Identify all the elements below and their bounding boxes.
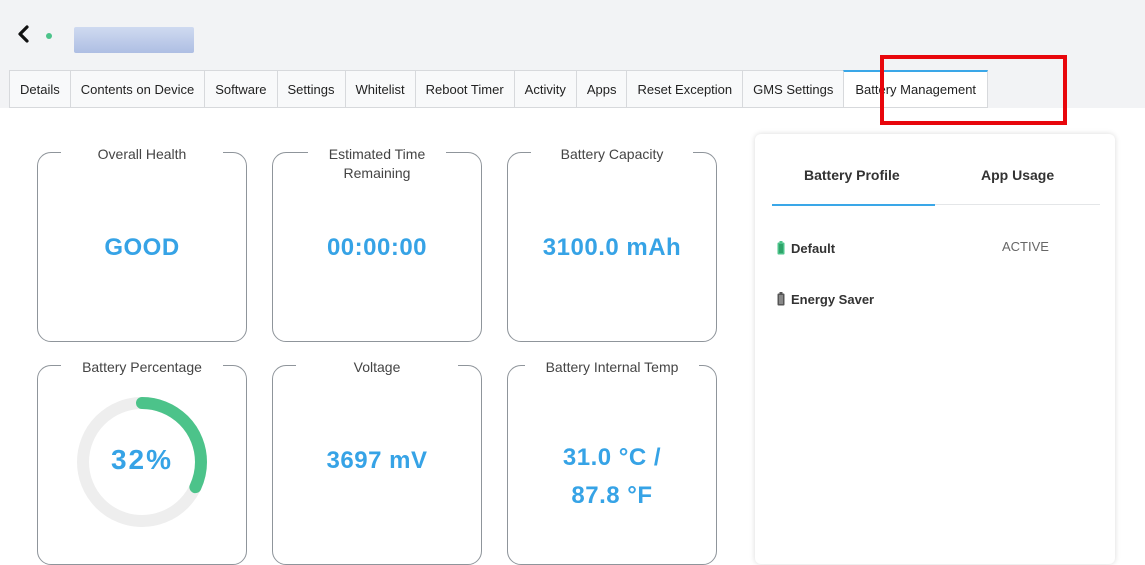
chevron-left-icon[interactable] bbox=[14, 24, 34, 44]
internal-temp-card: Battery Internal Temp 31.0 °C / 87.8 °F bbox=[507, 358, 717, 565]
active-tab-indicator bbox=[772, 204, 935, 206]
profile-name: Energy Saver bbox=[791, 291, 875, 307]
time-remaining-card: Estimated Time Remaining 00:00:00 bbox=[272, 145, 482, 342]
status-badge: ACTIVE bbox=[1002, 239, 1049, 254]
temp-celsius-value: 31.0 °C / bbox=[562, 444, 662, 471]
overall-health-card: Overall Health GOOD bbox=[37, 145, 247, 342]
battery-capacity-card: Battery Capacity 3100.0 mAh bbox=[507, 145, 717, 342]
tab-battery-management[interactable]: Battery Management bbox=[843, 70, 989, 108]
device-tabs: Details Contents on Device Software Sett… bbox=[9, 70, 989, 108]
tab-gms-settings[interactable]: GMS Settings bbox=[742, 70, 844, 108]
profile-default[interactable]: Default bbox=[777, 239, 835, 257]
card-title: Battery Capacity bbox=[531, 145, 693, 164]
tab-reboot-timer[interactable]: Reboot Timer bbox=[414, 70, 514, 108]
tab-reset-exception[interactable]: Reset Exception bbox=[626, 70, 743, 108]
battery-capacity-value: 3100.0 mAh bbox=[542, 234, 682, 261]
battery-profile-panel: Battery Profile App Usage Default ACTIVE… bbox=[755, 134, 1115, 564]
voltage-card: Voltage 3697 mV bbox=[272, 358, 482, 565]
overall-health-value: GOOD bbox=[104, 234, 180, 261]
temp-fahrenheit-value: 87.8 °F bbox=[571, 482, 653, 509]
battery-percentage-value: 32% bbox=[110, 444, 174, 475]
battery-icon bbox=[777, 292, 785, 306]
device-name-redacted bbox=[74, 27, 194, 53]
profile-name: Default bbox=[791, 240, 836, 256]
tab-divider bbox=[935, 204, 1100, 205]
tab-apps[interactable]: Apps bbox=[575, 70, 627, 108]
tab-battery-profile[interactable]: Battery Profile bbox=[804, 167, 900, 183]
tab-app-usage[interactable]: App Usage bbox=[981, 167, 1054, 183]
tab-contents-on-device[interactable]: Contents on Device bbox=[69, 70, 205, 108]
time-remaining-value: 00:00:00 bbox=[326, 234, 428, 261]
battery-icon bbox=[777, 241, 785, 255]
status-indicator bbox=[46, 33, 52, 39]
voltage-value: 3697 mV bbox=[326, 447, 428, 474]
card-title: Overall Health bbox=[61, 145, 223, 164]
card-title: Estimated Time Remaining bbox=[308, 145, 446, 183]
tab-activity[interactable]: Activity bbox=[513, 70, 576, 108]
tab-whitelist[interactable]: Whitelist bbox=[344, 70, 415, 108]
card-title: Battery Internal Temp bbox=[525, 358, 699, 377]
tab-software[interactable]: Software bbox=[204, 70, 277, 108]
card-title: Voltage bbox=[296, 358, 458, 377]
tab-settings[interactable]: Settings bbox=[276, 70, 345, 108]
profile-energy-saver[interactable]: Energy Saver bbox=[777, 290, 874, 308]
battery-percentage-card: Battery Percentage 32% bbox=[37, 358, 247, 565]
tab-details[interactable]: Details bbox=[9, 70, 70, 108]
card-title: Battery Percentage bbox=[61, 358, 223, 377]
